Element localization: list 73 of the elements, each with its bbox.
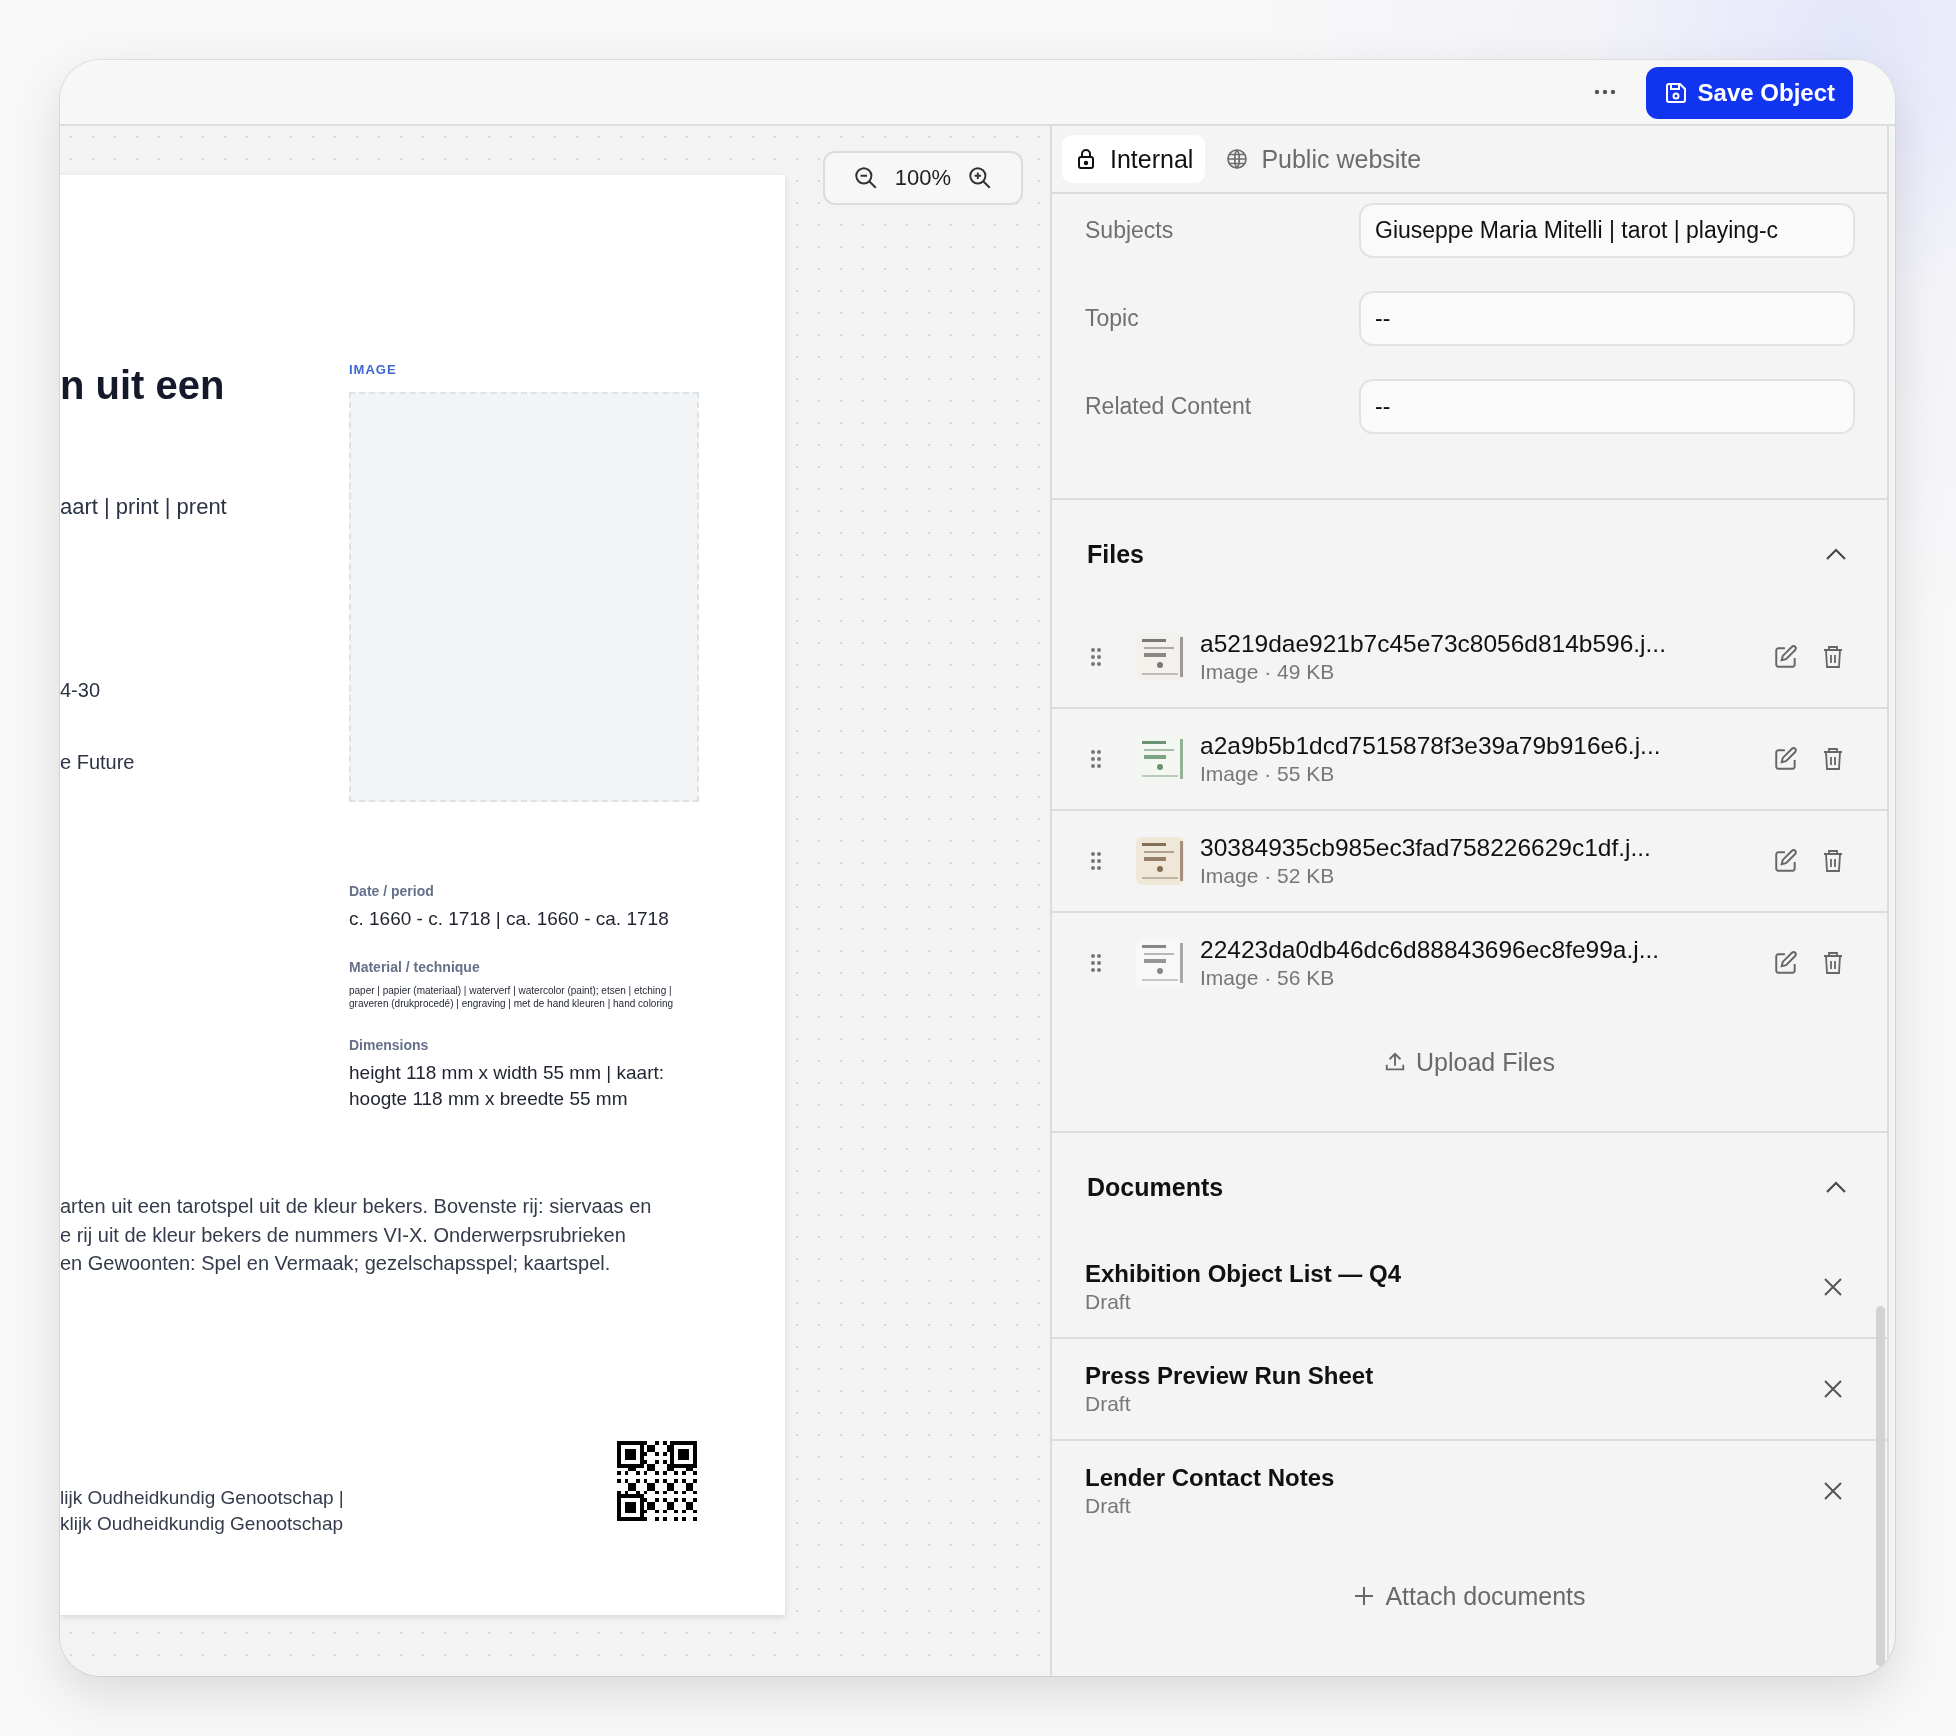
description-line: e rij uit de kleur bekers de nummers VI-X. Onderwerpsrubrieken bbox=[60, 1222, 627, 1248]
drag-handle-icon[interactable] bbox=[1090, 851, 1102, 871]
close-icon[interactable] bbox=[1823, 1379, 1843, 1399]
section-title: Files bbox=[1087, 539, 1144, 569]
chevron-up-icon[interactable] bbox=[1825, 547, 1847, 561]
file-meta: Image · 56 KB bbox=[1200, 966, 1336, 990]
file-name: 22423da0db46dc6d88843696ec8fe99a.j... bbox=[1200, 936, 1661, 964]
description-line: arten uit een tarotspel uit de kleur bekers. Bovenste rij: siervaas en bbox=[60, 1194, 653, 1219]
edit-icon[interactable] bbox=[1773, 746, 1799, 772]
text-field[interactable]: Giuseppe Maria Mitelli | tarot | playing-c bbox=[1359, 203, 1855, 258]
close-icon[interactable] bbox=[1823, 1277, 1843, 1297]
document-row[interactable]: Lender Contact Notes Draft bbox=[1052, 1441, 1887, 1541]
fact-label: Material / technique bbox=[349, 958, 481, 976]
save-button[interactable]: Save Object bbox=[1645, 67, 1853, 119]
credit-line: klijk Oudheidkundig Genootschap bbox=[60, 1511, 344, 1536]
document-title: n uit een bbox=[60, 362, 226, 408]
globe-icon bbox=[1225, 147, 1250, 171]
upload-icon bbox=[1384, 1051, 1406, 1073]
text-field[interactable]: -- bbox=[1359, 379, 1855, 434]
upload-files-button[interactable]: Upload Files bbox=[1378, 1037, 1561, 1087]
scrollbar[interactable] bbox=[1876, 1306, 1885, 1666]
trash-icon[interactable] bbox=[1821, 746, 1845, 772]
close-icon[interactable] bbox=[1823, 1481, 1843, 1501]
file-meta: Image · 55 KB bbox=[1200, 762, 1336, 786]
document-name: Lender Contact Notes bbox=[1085, 1464, 1336, 1492]
section-title: Documents bbox=[1087, 1172, 1224, 1202]
file-name: a2a9b5b1dcd7515878f3e39a79b916e6.j... bbox=[1200, 732, 1662, 760]
zoom-out-icon[interactable] bbox=[852, 165, 879, 191]
document-status: Draft bbox=[1085, 1494, 1132, 1518]
exhibition-text: e Future bbox=[60, 750, 136, 775]
more-icon[interactable] bbox=[1593, 89, 1616, 95]
chevron-up-icon[interactable] bbox=[1825, 1180, 1847, 1194]
file-row[interactable]: 30384935cb985ec3fad758226629c1df.j... Image · 52 KB bbox=[1052, 811, 1887, 913]
drag-handle-icon[interactable] bbox=[1090, 749, 1102, 769]
fact-value: c. 1660 - c. 1718 | ca. 1660 - ca. 1718 bbox=[349, 907, 670, 931]
field-label: Subjects bbox=[1085, 217, 1174, 244]
image-label: IMAGE bbox=[349, 361, 398, 379]
file-row[interactable]: a2a9b5b1dcd7515878f3e39a79b916e6.j... Image · 55 KB bbox=[1052, 709, 1887, 811]
fact-value: height 118 mm x width 55 mm | kaart: hoogte 118 mm x breedte 55 mm bbox=[349, 1061, 666, 1111]
drag-handle-icon[interactable] bbox=[1090, 647, 1102, 667]
file-meta: Image · 52 KB bbox=[1200, 864, 1336, 888]
object-number: 4-30 bbox=[60, 678, 102, 703]
fact-label: Dimensions bbox=[349, 1036, 430, 1054]
file-meta: Image · 49 KB bbox=[1200, 660, 1336, 684]
document-status: Draft bbox=[1085, 1392, 1132, 1416]
visibility-tab[interactable]: Public website bbox=[1213, 135, 1434, 183]
trash-icon[interactable] bbox=[1821, 644, 1845, 670]
field-label: Topic bbox=[1085, 305, 1139, 332]
edit-icon[interactable] bbox=[1773, 848, 1799, 874]
save-icon bbox=[1663, 81, 1688, 105]
text-field[interactable]: -- bbox=[1359, 291, 1855, 346]
trash-icon[interactable] bbox=[1821, 950, 1845, 976]
attach-documents-button[interactable]: Attach documents bbox=[1347, 1571, 1592, 1621]
file-name: a5219dae921b7c45e73c8056d814b596.j... bbox=[1200, 630, 1667, 658]
zoom-level: 100% bbox=[894, 165, 952, 191]
trash-icon[interactable] bbox=[1821, 848, 1845, 874]
fact-value: paper | papier (materiaal) | waterverf | watercolor (paint); etsen | etching | graveren (drukprocedé) | engraving | met de hand kleuren | hand coloring bbox=[349, 984, 675, 1010]
file-name: 30384935cb985ec3fad758226629c1df.j... bbox=[1200, 834, 1652, 862]
file-row[interactable]: 22423da0db46dc6d88843696ec8fe99a.j... Image · 56 KB bbox=[1052, 913, 1887, 1013]
document-name: Press Preview Run Sheet bbox=[1085, 1362, 1375, 1390]
description-line: en Gewoonten: Spel en Vermaak; gezelschapsspel; kaartspel. bbox=[60, 1251, 612, 1276]
edit-icon[interactable] bbox=[1773, 644, 1799, 670]
drag-handle-icon[interactable] bbox=[1090, 953, 1102, 973]
document-name: Exhibition Object List — Q4 bbox=[1085, 1260, 1403, 1288]
plus-icon bbox=[1353, 1585, 1376, 1607]
fact-label: Date / period bbox=[349, 882, 435, 900]
field-label: Related Content bbox=[1085, 393, 1252, 420]
credit-line: lijk Oudheidkundig Genootschap | bbox=[60, 1485, 344, 1510]
edit-icon[interactable] bbox=[1773, 950, 1799, 976]
document-status: Draft bbox=[1085, 1290, 1132, 1314]
file-row[interactable]: a5219dae921b7c45e73c8056d814b596.j... Image · 49 KB bbox=[1052, 607, 1887, 709]
visibility-tab[interactable]: Internal bbox=[1062, 135, 1206, 183]
subject-text: aart | print | prent bbox=[60, 493, 228, 521]
